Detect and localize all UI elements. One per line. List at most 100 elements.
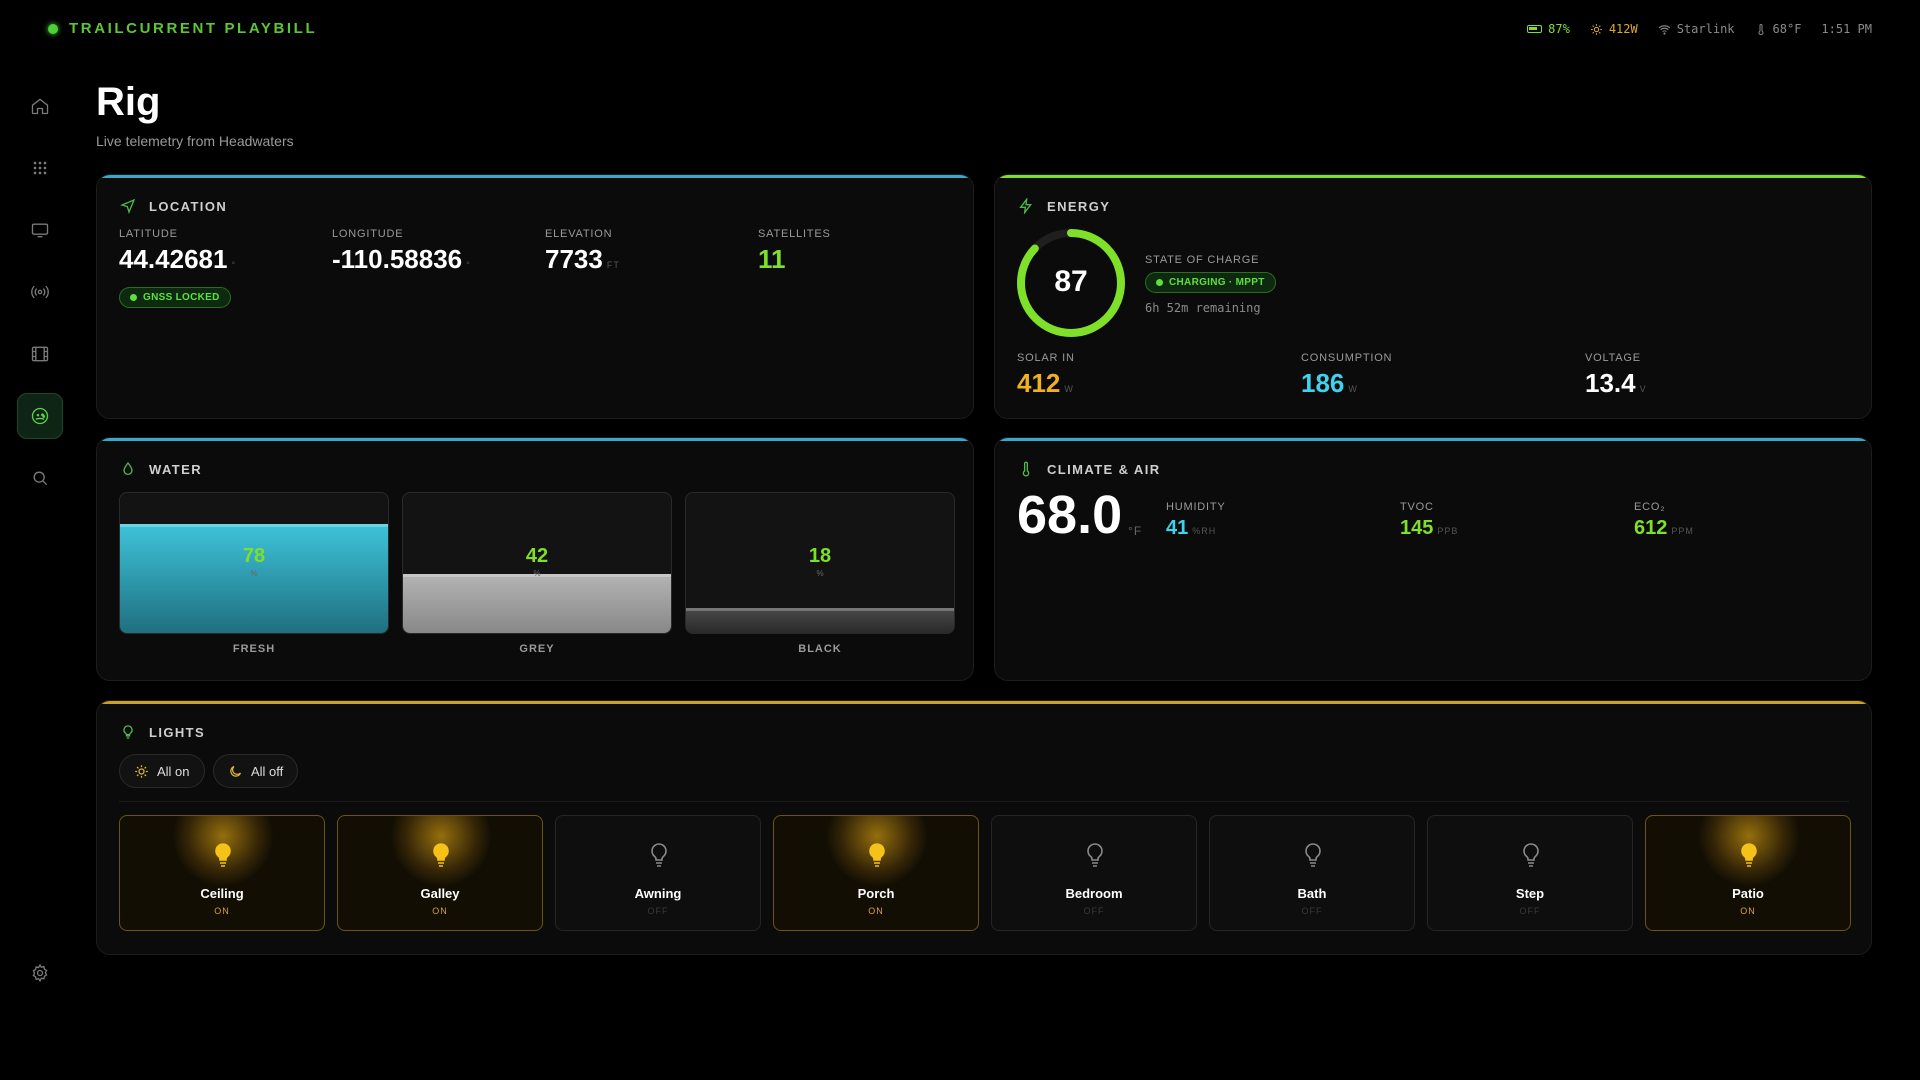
voltage-metric: VOLTAGE 13.4 V	[1585, 352, 1647, 399]
soc-value: 87	[1054, 265, 1088, 298]
elevation-unit: FT	[606, 260, 620, 270]
light-tile-step[interactable]: Step OFF	[1427, 815, 1633, 931]
status-dot-icon	[1156, 279, 1163, 286]
latitude-unit: °	[231, 260, 237, 270]
sidebar-item-settings[interactable]	[17, 950, 63, 996]
soc-gauge: 87	[1015, 227, 1127, 339]
sidebar-item-apps[interactable]	[17, 145, 63, 191]
card-header: ENERGY	[1017, 197, 1110, 215]
gamepad-icon	[31, 407, 49, 425]
solar-value-row: 412 W	[1017, 368, 1075, 399]
light-tile-bedroom[interactable]: Bedroom OFF	[991, 815, 1197, 931]
latitude-value-row: 44.42681 °	[119, 244, 236, 275]
brand-name: TRAILCURRENT PLAYBILL	[69, 20, 318, 37]
longitude-unit: °	[466, 260, 471, 270]
tank-grey: 42 %	[402, 492, 672, 634]
sidebar-item-broadcast[interactable]	[17, 269, 63, 315]
solar-value: 412	[1017, 368, 1061, 398]
search-icon	[33, 471, 48, 486]
page-title: Rig	[96, 80, 161, 124]
remaining-time: 6h 52m remaining	[1145, 301, 1261, 315]
tank-value: 42	[525, 545, 549, 567]
humidity-metric: HUMIDITY 41 %RH	[1166, 501, 1226, 540]
top-bar: TRAILCURRENT PLAYBILL 87% 412W Starlink …	[0, 0, 1920, 58]
tank-fresh: 78 %	[119, 492, 389, 634]
sidebar-item-home[interactable]	[17, 83, 63, 129]
elevation-value-row: 7733 FT	[545, 244, 620, 275]
display-icon	[31, 223, 49, 238]
film-icon	[31, 346, 49, 362]
sidebar-item-media[interactable]	[17, 331, 63, 377]
consumption-unit: W	[1348, 384, 1358, 394]
longitude-metric: LONGITUDE -110.58836 °	[332, 228, 471, 275]
light-name: Patio	[1732, 886, 1764, 901]
sidebar-item-display[interactable]	[17, 207, 63, 253]
tvoc-value-row: 145 PPB	[1400, 517, 1458, 540]
longitude-value-row: -110.58836 °	[332, 244, 471, 275]
location-card: LOCATION LATITUDE 44.42681 ° LONGITUDE -1…	[96, 174, 974, 419]
elevation-metric: ELEVATION 7733 FT	[545, 228, 620, 275]
lightning-icon	[1017, 197, 1035, 215]
card-title: ENERGY	[1047, 198, 1111, 214]
latitude-label: LATITUDE	[119, 228, 178, 240]
light-state: OFF	[1519, 906, 1541, 916]
light-name: Bath	[1297, 886, 1327, 901]
card-header: LIGHTS	[119, 723, 205, 741]
card-accent	[995, 175, 1871, 178]
satellites-label: SATELLITES	[758, 228, 831, 240]
tank-black: 18 %	[685, 492, 955, 634]
light-state: ON	[432, 906, 448, 916]
light-tile-porch[interactable]: Porch ON	[773, 815, 979, 931]
lightbulb-icon	[209, 840, 237, 872]
light-state: ON	[214, 906, 230, 916]
solar-metric: SOLAR IN 412 W	[1017, 352, 1075, 399]
tvoc-unit: PPB	[1437, 526, 1459, 536]
humidity-value: 41	[1166, 517, 1189, 539]
light-name: Awning	[634, 886, 682, 901]
soc-info: STATE OF CHARGE CHARGING · MPPT 6h 52m r…	[1145, 254, 1276, 315]
broadcast-icon	[31, 285, 49, 299]
light-name: Step	[1515, 886, 1545, 901]
light-tile-bath[interactable]: Bath OFF	[1209, 815, 1415, 931]
tank-value: 78	[242, 545, 266, 567]
all-off-button[interactable]: All off	[213, 754, 299, 788]
apps-grid-icon	[33, 161, 47, 175]
sidebar	[0, 75, 80, 1025]
card-header: WATER	[119, 460, 202, 478]
solar-status: 412W	[1590, 22, 1638, 36]
light-tile-galley[interactable]: Galley ON	[337, 815, 543, 931]
sun-icon	[1590, 23, 1602, 35]
battery-status: 87%	[1527, 22, 1570, 36]
thermometer-icon	[1017, 460, 1035, 478]
lightbulb-icon	[1517, 840, 1545, 872]
longitude-label: LONGITUDE	[332, 228, 404, 240]
climate-card: CLIMATE & AIR 68.0 °F HUMIDITY 41 %RH TVO…	[994, 437, 1872, 681]
humidity-value-row: 41 %RH	[1166, 517, 1226, 540]
longitude-value: -110.58836	[332, 244, 463, 274]
light-tile-awning[interactable]: Awning OFF	[555, 815, 761, 931]
tank-fill	[403, 574, 671, 633]
battery-icon	[1527, 25, 1543, 33]
tvoc-value: 145	[1400, 517, 1434, 539]
solar-unit: W	[1064, 384, 1074, 394]
temperature-unit: °F	[1128, 524, 1143, 538]
sidebar-item-search[interactable]	[17, 455, 63, 501]
card-accent	[995, 438, 1871, 441]
lightbulb-icon	[1081, 840, 1109, 872]
wifi-icon	[1658, 24, 1670, 35]
all-on-button[interactable]: All on	[119, 754, 205, 788]
brand: TRAILCURRENT PLAYBILL	[48, 20, 317, 37]
eco2-unit: PPM	[1671, 526, 1694, 536]
charging-status-text: CHARGING · MPPT	[1169, 277, 1265, 288]
eco2-label: ECO₂	[1634, 501, 1666, 513]
sidebar-item-rig[interactable]	[17, 393, 63, 439]
card-title: CLIMATE & AIR	[1047, 461, 1161, 477]
light-tile-patio[interactable]: Patio ON	[1645, 815, 1851, 931]
light-state: OFF	[647, 906, 669, 916]
tank-unit: %	[816, 569, 824, 578]
light-tile-ceiling[interactable]: Ceiling ON	[119, 815, 325, 931]
moon-icon	[230, 765, 242, 777]
card-accent	[97, 175, 973, 178]
network-name: Starlink	[1676, 22, 1735, 36]
eco2-value-row: 612 PPM	[1634, 517, 1694, 540]
